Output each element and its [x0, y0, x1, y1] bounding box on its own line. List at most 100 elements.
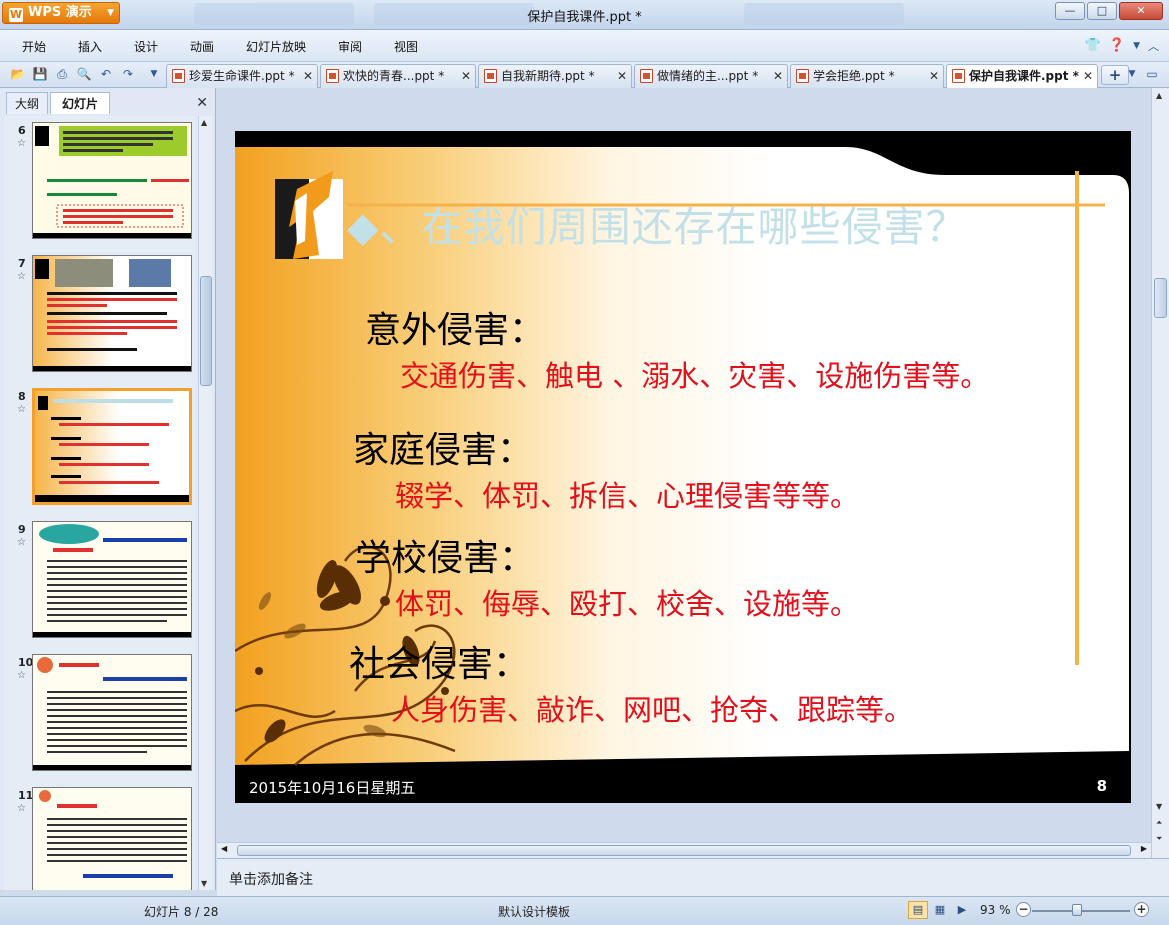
notes-pane[interactable]: 单击添加备注 — [217, 858, 1169, 896]
document-tab-bar: 📂 💾 ⎙ 🔍 ↶ ↷ ▼ 珍爱生命课件.ppt * ✕ 欢快的青春...ppt… — [0, 62, 1169, 89]
save-icon[interactable]: 💾 — [32, 66, 48, 82]
slide-thumbnail-art — [33, 788, 191, 890]
panel-tabs: 大纲 幻灯片 ✕ — [4, 92, 212, 114]
restore-doc-icon[interactable]: ▭ — [1144, 66, 1160, 82]
close-tab-icon[interactable]: ✕ — [303, 65, 313, 87]
undo-icon[interactable]: ↶ — [98, 66, 114, 82]
scroll-up-icon[interactable]: ▲ — [201, 118, 207, 127]
zoom-out-button[interactable]: − — [1016, 902, 1031, 917]
scrollbar-thumb[interactable] — [237, 845, 1131, 856]
doc-tab[interactable]: 珍爱生命课件.ppt * ✕ — [166, 64, 318, 88]
thumbnail-item[interactable]: 9 ☆ — [4, 517, 196, 643]
shirt-skin-icon[interactable]: 👕 — [1085, 38, 1101, 54]
close-panel-icon[interactable]: ✕ — [196, 95, 208, 111]
tab-list-chevron-icon[interactable]: ▼ — [1124, 66, 1140, 82]
slide-page-number: 8 — [1096, 777, 1107, 795]
doc-tab-label: 保护自我课件.ppt * — [969, 69, 1079, 83]
thumbnail-number: 8 — [18, 390, 26, 403]
zoom-in-button[interactable]: + — [1134, 902, 1149, 917]
thumbnail-item[interactable]: 6 ☆ — [4, 118, 196, 244]
slide-footer-date: 2015年10月16日星期五 — [249, 779, 416, 797]
thumbnail-item-selected[interactable]: 8 ☆ — [4, 384, 196, 510]
wps-menu-button[interactable]: W WPS 演示 ▼ — [2, 2, 120, 24]
scrollbar-thumb[interactable] — [1154, 278, 1167, 318]
thumbnail-image — [32, 787, 192, 890]
thumbnail-number: 9 — [18, 523, 26, 536]
animation-star-icon: ☆ — [17, 404, 26, 415]
normal-view-icon[interactable]: ▤ — [908, 901, 928, 919]
thumbnail-image — [32, 122, 192, 239]
minimize-button[interactable]: — — [1055, 2, 1085, 20]
next-slide-icon[interactable]: ⏷ — [1156, 834, 1162, 844]
thumbnail-scrollbar[interactable]: ▲ ▼ — [198, 116, 212, 890]
background-window-tabs — [124, 3, 1074, 25]
close-tab-icon[interactable]: ✕ — [1083, 65, 1093, 87]
menu-review[interactable]: 审阅 — [338, 38, 362, 55]
menu-slideshow[interactable]: 幻灯片放映 — [246, 38, 306, 55]
main-vertical-scrollbar[interactable]: ▲ ▼ ⏶ ⏷ — [1151, 88, 1169, 858]
doc-tab[interactable]: 欢快的青春...ppt * ✕ — [320, 64, 476, 88]
category-detail: 交通伤害、触电 、溺水、灾害、设施伤害等。 — [400, 359, 990, 393]
zoom-level: 93 % — [980, 903, 1011, 917]
scrollbar-thumb[interactable] — [200, 276, 212, 386]
expand-icon[interactable]: ︿ — [1148, 38, 1159, 54]
doc-tab[interactable]: 学会拒绝.ppt * ✕ — [790, 64, 944, 88]
wps-button-label: WPS 演示 — [28, 5, 92, 20]
previous-slide-icon[interactable]: ⏶ — [1156, 818, 1162, 828]
chevron-down-icon[interactable]: ▼ — [1133, 38, 1140, 54]
main-horizontal-scrollbar[interactable]: ◀ ▶ — [217, 842, 1151, 858]
help-icon[interactable]: ❓ — [1109, 38, 1125, 54]
close-button[interactable]: ✕ — [1119, 2, 1163, 20]
doc-tab-active[interactable]: 保护自我课件.ppt * ✕ — [946, 64, 1098, 89]
notes-placeholder[interactable]: 单击添加备注 — [229, 869, 313, 889]
doc-tab-label: 做情绪的主...ppt * — [657, 69, 759, 83]
scroll-down-icon[interactable]: ▼ — [201, 879, 207, 888]
doc-tab[interactable]: 做情绪的主...ppt * ✕ — [634, 64, 788, 88]
title-bar: W WPS 演示 ▼ 保护自我课件.ppt * — □ ✕ — [0, 0, 1169, 30]
print-icon[interactable]: ⎙ — [54, 66, 70, 82]
tab-slides[interactable]: 幻灯片 — [50, 92, 110, 114]
slide-thumbnail-art — [33, 655, 191, 770]
menu-start[interactable]: 开始 — [22, 38, 46, 55]
menu-insert[interactable]: 插入 — [78, 38, 102, 55]
scroll-down-icon[interactable]: ▼ — [1156, 802, 1162, 811]
close-tab-icon[interactable]: ✕ — [929, 65, 939, 87]
thumbnail-item[interactable]: 7 ☆ — [4, 251, 196, 377]
slideshow-view-icon[interactable]: ▶ — [952, 901, 972, 919]
window-controls: — □ ✕ — [1055, 2, 1163, 20]
menu-right-tools: 👕 ❓ ▼ ︿ — [1085, 38, 1159, 54]
category-detail: 人身伤害、敲诈、网吧、抢夺、跟踪等。 — [391, 693, 914, 727]
zoom-slider-knob[interactable] — [1072, 904, 1082, 916]
open-folder-icon[interactable]: 📂 — [10, 66, 26, 82]
maximize-button[interactable]: □ — [1087, 2, 1117, 20]
redo-icon[interactable]: ↷ — [120, 66, 136, 82]
slide-canvas[interactable]: ◆、在我们周围还存在哪些侵害？ 意外侵害： 交通伤害、触电 、溺水、灾害、设施伤… — [235, 131, 1131, 803]
doc-tab-label: 学会拒绝.ppt * — [813, 69, 895, 83]
plus-icon: + — [1108, 66, 1122, 84]
scroll-right-icon[interactable]: ▶ — [1141, 844, 1147, 853]
menu-animation[interactable]: 动画 — [190, 38, 214, 55]
tab-outline[interactable]: 大纲 — [6, 92, 48, 114]
print-preview-icon[interactable]: 🔍 — [76, 66, 92, 82]
close-tab-icon[interactable]: ✕ — [461, 65, 471, 87]
close-tab-icon[interactable]: ✕ — [617, 65, 627, 87]
animation-star-icon: ☆ — [17, 138, 26, 149]
ppt-file-icon — [484, 69, 497, 83]
thumbnail-item[interactable]: 11 ☆ — [4, 783, 196, 890]
scroll-left-icon[interactable]: ◀ — [221, 844, 227, 853]
category-heading: 家庭侵害： — [353, 430, 534, 471]
scroll-up-icon[interactable]: ▲ — [1156, 91, 1162, 100]
slide-panel: 大纲 幻灯片 ✕ 6 ☆ 7 ☆ 8 ☆ 9 ☆ 10 ☆ 11 ☆ ▲ ▼ — [0, 88, 216, 890]
menu-view[interactable]: 视图 — [394, 38, 418, 55]
category-heading: 学校侵害： — [355, 538, 536, 579]
category-detail: 体罚、侮辱、殴打、校舍、设施等。 — [395, 587, 860, 621]
slide-thumbnail-art — [33, 123, 191, 238]
close-tab-icon[interactable]: ✕ — [773, 65, 783, 87]
customize-toolbar-icon[interactable]: ▼ — [146, 66, 162, 82]
thumbnail-item[interactable]: 10 ☆ — [4, 650, 196, 776]
menu-design[interactable]: 设计 — [134, 38, 158, 55]
slide-sorter-view-icon[interactable]: ▦ — [930, 901, 950, 919]
doc-tab-label: 自我新期待.ppt * — [501, 69, 595, 83]
thumbnail-image — [32, 388, 192, 505]
doc-tab[interactable]: 自我新期待.ppt * ✕ — [478, 64, 632, 88]
